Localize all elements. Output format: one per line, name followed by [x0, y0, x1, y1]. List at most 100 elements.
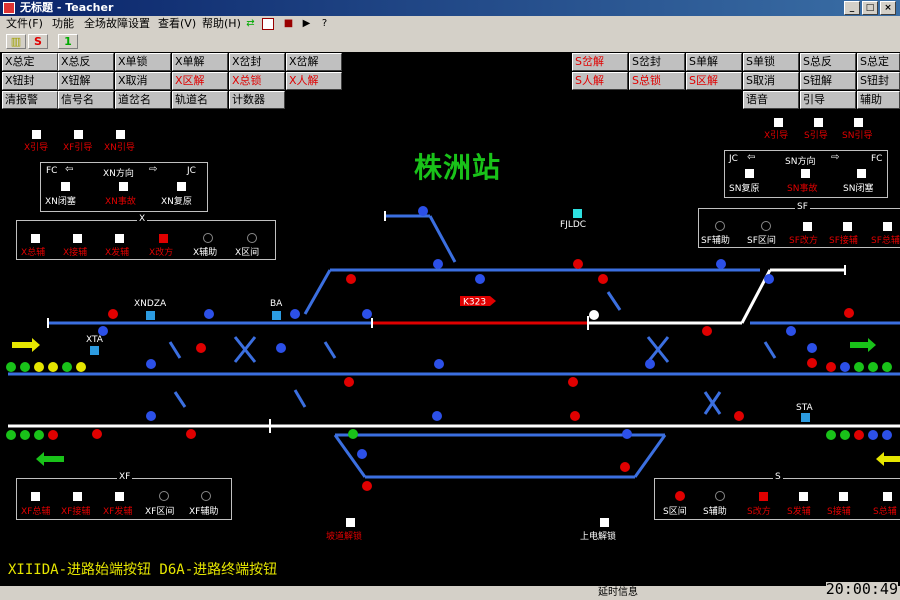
menu-help[interactable]: 帮助(H): [202, 16, 241, 32]
signal-light[interactable]: [348, 429, 358, 439]
signal-light[interactable]: [598, 274, 608, 284]
signal-light[interactable]: [716, 259, 726, 269]
signal-light[interactable]: [573, 259, 583, 269]
sf-receive-aux-button[interactable]: [843, 222, 852, 231]
signal-light[interactable]: [868, 430, 878, 440]
signal-light[interactable]: [76, 362, 86, 372]
question-icon[interactable]: ?: [318, 18, 331, 30]
fjldc-button[interactable]: [573, 209, 582, 218]
xf-send-aux-button[interactable]: [115, 492, 124, 501]
signal-light[interactable]: [840, 362, 850, 372]
signal-light[interactable]: [6, 430, 16, 440]
sn-guide-button[interactable]: [854, 118, 863, 127]
signal-light[interactable]: [432, 411, 442, 421]
xndza-button[interactable]: [146, 311, 155, 320]
trash-icon[interactable]: ■: [282, 18, 295, 30]
xf-total-aux-button[interactable]: [31, 492, 40, 501]
xf-receive-aux-button[interactable]: [73, 492, 82, 501]
one-button[interactable]: 1: [58, 34, 78, 49]
x-receive-aux-button[interactable]: [73, 234, 82, 243]
swap-icon[interactable]: ⇄: [244, 18, 257, 30]
signal-light[interactable]: [854, 430, 864, 440]
signal-light[interactable]: [20, 430, 30, 440]
signal-light[interactable]: [48, 362, 58, 372]
signal-light[interactable]: [62, 362, 72, 372]
sn-accident-button[interactable]: [801, 169, 810, 178]
menu-fault-setting[interactable]: 全场故障设置: [84, 16, 150, 32]
x-guide-button[interactable]: [32, 130, 41, 139]
signal-light[interactable]: [882, 430, 892, 440]
signal-light[interactable]: [34, 430, 44, 440]
signal-light[interactable]: [362, 481, 372, 491]
signal-light[interactable]: [362, 309, 372, 319]
signal-light[interactable]: [20, 362, 30, 372]
signal-light[interactable]: [34, 362, 44, 372]
signal-light[interactable]: [702, 326, 712, 336]
play-icon[interactable]: ▶: [300, 18, 313, 30]
signal-light[interactable]: [840, 430, 850, 440]
signal-light[interactable]: [434, 359, 444, 369]
signal-light[interactable]: [146, 411, 156, 421]
signal-light[interactable]: [276, 343, 286, 353]
minimize-button[interactable]: _: [844, 1, 860, 15]
signal-light[interactable]: [357, 449, 367, 459]
signal-light[interactable]: [108, 309, 118, 319]
maximize-button[interactable]: □: [862, 1, 878, 15]
s-receive-aux-button[interactable]: [839, 492, 848, 501]
close-button[interactable]: ×: [880, 1, 896, 15]
ramp-unlock-button[interactable]: [346, 518, 355, 527]
s-change-dir-button[interactable]: [759, 492, 768, 501]
sf-total-aux-button[interactable]: [883, 222, 892, 231]
signal-light[interactable]: [186, 429, 196, 439]
signal-light[interactable]: [290, 309, 300, 319]
signal-light[interactable]: [196, 343, 206, 353]
s-total-aux-button[interactable]: [883, 492, 892, 501]
x-total-aux-button[interactable]: [31, 234, 40, 243]
signal-light[interactable]: [868, 362, 878, 372]
signal-light[interactable]: [589, 310, 599, 320]
signal-light[interactable]: [620, 462, 630, 472]
s-guide-button[interactable]: [814, 118, 823, 127]
x-send-aux-button[interactable]: [115, 234, 124, 243]
sn-block-button[interactable]: [857, 169, 866, 178]
signal-light[interactable]: [734, 411, 744, 421]
xf-guide-button[interactable]: [74, 130, 83, 139]
signal-light[interactable]: [146, 359, 156, 369]
signal-light[interactable]: [786, 326, 796, 336]
x-guide-button-right[interactable]: [774, 118, 783, 127]
signal-light[interactable]: [854, 362, 864, 372]
signal-light[interactable]: [418, 206, 428, 216]
xn-accident-button[interactable]: [119, 182, 128, 191]
xta-button[interactable]: [90, 346, 99, 355]
stop-icon[interactable]: [262, 18, 274, 30]
signal-light[interactable]: [764, 274, 774, 284]
signal-light[interactable]: [826, 430, 836, 440]
signal-light[interactable]: [844, 308, 854, 318]
signal-light[interactable]: [570, 411, 580, 421]
signal-light[interactable]: [622, 429, 632, 439]
power-unlock-button[interactable]: [600, 518, 609, 527]
xn-restore-button[interactable]: [177, 182, 186, 191]
signal-light[interactable]: [826, 362, 836, 372]
s-send-aux-button[interactable]: [799, 492, 808, 501]
signal-light[interactable]: [344, 377, 354, 387]
signal-light[interactable]: [807, 358, 817, 368]
signal-light[interactable]: [645, 359, 655, 369]
sta-button[interactable]: [801, 413, 810, 422]
signal-light[interactable]: [48, 430, 58, 440]
xn-block-button[interactable]: [61, 182, 70, 191]
menu-function[interactable]: 功能: [52, 16, 74, 32]
signal-light[interactable]: [346, 274, 356, 284]
signal-light[interactable]: [92, 429, 102, 439]
xn-guide-button[interactable]: [116, 130, 125, 139]
signal-light[interactable]: [6, 362, 16, 372]
x-change-dir-button[interactable]: [159, 234, 168, 243]
chart-icon[interactable]: ▥: [6, 34, 26, 49]
sf-change-dir-button[interactable]: [803, 222, 812, 231]
s-button[interactable]: S: [28, 34, 48, 49]
signal-light[interactable]: [882, 362, 892, 372]
ba-button[interactable]: [272, 311, 281, 320]
menu-file[interactable]: 文件(F): [6, 16, 43, 32]
signal-light[interactable]: [204, 309, 214, 319]
signal-light[interactable]: [568, 377, 578, 387]
